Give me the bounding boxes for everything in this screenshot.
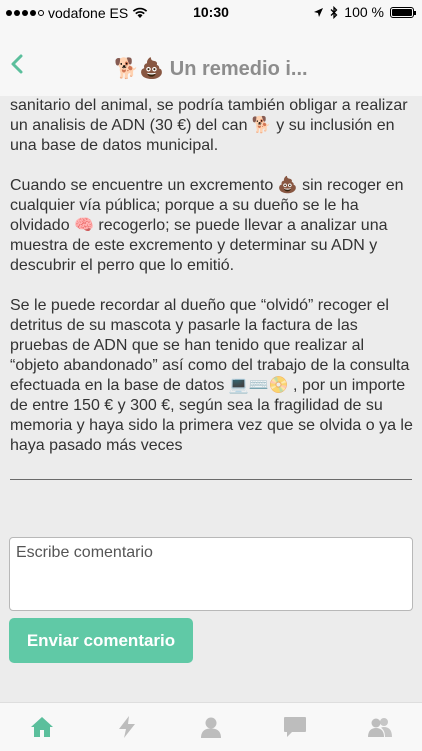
status-right: 100 % [313, 4, 416, 20]
chevron-left-icon [11, 54, 23, 74]
article-paragraph: sanitario del animal, se podría también … [10, 97, 408, 154]
tab-messages[interactable] [275, 707, 315, 747]
tab-profile[interactable] [191, 707, 231, 747]
comment-input[interactable] [9, 537, 413, 611]
back-button[interactable] [6, 52, 30, 76]
lightning-icon [118, 716, 135, 738]
post-content: sanitario del animal, se podría también … [0, 96, 422, 702]
home-icon [31, 717, 54, 737]
bluetooth-icon [330, 5, 338, 19]
tab-activity[interactable] [107, 707, 147, 747]
navigation-bar: 🐕💩 Un remedio i... [0, 26, 422, 97]
group-icon [367, 718, 392, 737]
article-body: sanitario del animal, se podría también … [10, 97, 414, 476]
location-arrow-icon [314, 7, 324, 17]
send-comment-button[interactable]: Enviar comentario [9, 618, 193, 663]
battery-icon [390, 6, 416, 18]
tab-home[interactable] [22, 707, 62, 747]
chat-bubble-icon [284, 717, 307, 737]
battery-fill [392, 8, 412, 16]
battery-percent: 100 % [344, 4, 384, 20]
user-icon [200, 717, 221, 738]
article-paragraph: Cuando se encuentre un excremento 💩 sin … [10, 177, 404, 274]
status-bar: vodafone ES 10:30 100 % [0, 0, 422, 26]
content-divider [10, 479, 412, 480]
tab-bar [0, 702, 422, 751]
article-paragraph: Se le puede recordar al dueño que “olvid… [10, 297, 413, 454]
tab-community[interactable] [360, 707, 400, 747]
page-title: 🐕💩 Un remedio i... [114, 58, 308, 80]
